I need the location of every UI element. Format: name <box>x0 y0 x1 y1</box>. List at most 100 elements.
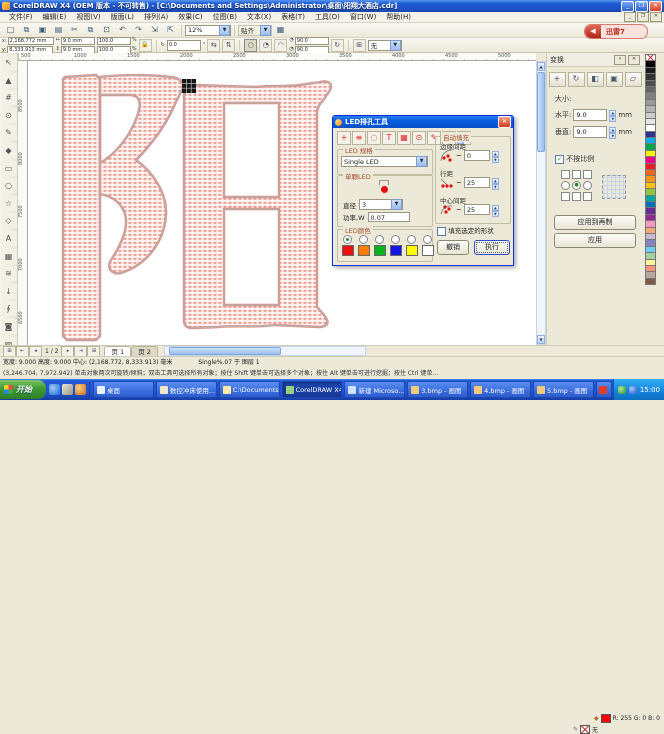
table-tool-icon[interactable]: ▦ <box>1 249 17 264</box>
zoom-level-combo[interactable]: 12% ▼ <box>185 25 231 36</box>
center-spacing-spinner[interactable]: ▲▼ <box>492 205 499 215</box>
last-page-icon[interactable]: ⇥ <box>74 346 87 357</box>
horizontal-size-field[interactable]: 9.0 <box>573 109 607 121</box>
undo-button[interactable]: 撤销 <box>437 240 469 255</box>
anchor-grid[interactable]: ● <box>561 170 594 203</box>
text-tool-icon[interactable]: A <box>1 231 17 246</box>
vertical-spinner[interactable]: ▲▼ <box>609 127 616 137</box>
chevron-down-icon[interactable]: ▼ <box>219 25 230 36</box>
task-desktop[interactable]: 桌面 <box>93 381 154 398</box>
menu-edit[interactable]: 编辑(E) <box>38 12 72 23</box>
transform-scale-mirror-icon[interactable]: ◧ <box>587 72 604 87</box>
paste-icon[interactable]: ⊡ <box>99 23 114 37</box>
freehand-tool-icon[interactable]: ✎ <box>1 125 17 140</box>
polygon-tool-icon[interactable]: ☆ <box>1 196 17 211</box>
hole-line-tool-icon[interactable]: + <box>337 131 351 145</box>
shape-tool-icon[interactable]: ▲ <box>1 73 17 88</box>
rotation-angle-field[interactable]: 0.0 <box>167 40 201 51</box>
task-explorer[interactable]: C:\Documents... <box>219 381 280 398</box>
menu-table[interactable]: 表格(T) <box>276 12 310 23</box>
dlg-zoom-tool-icon[interactable]: ⊙ <box>412 131 426 145</box>
basic-shapes-tool-icon[interactable]: ◇ <box>1 213 17 228</box>
chevron-down-icon[interactable]: ▼ <box>391 199 402 210</box>
crop-tool-icon[interactable]: # <box>1 90 17 105</box>
dialog-close-icon[interactable]: ✕ <box>498 116 511 128</box>
thunder-button[interactable]: ◀ 迅雷7 <box>584 24 648 39</box>
led-color-radio[interactable] <box>423 235 432 244</box>
add-page-after-icon[interactable]: ⊞ <box>87 346 100 357</box>
tab-page-1[interactable]: 页 1 <box>104 346 131 357</box>
hole-grid-tool-icon[interactable]: ▦ <box>397 131 411 145</box>
cut-icon[interactable]: ✂ <box>67 23 82 37</box>
vertical-size-field[interactable]: 9.0 <box>573 126 607 138</box>
import-icon[interactable]: ⇲ <box>147 23 162 37</box>
chevron-down-icon[interactable]: ▼ <box>390 40 401 51</box>
docker-close-icon[interactable]: ✕ <box>628 55 640 65</box>
row-spacing-spinner[interactable]: ▲▼ <box>492 178 499 188</box>
convert-to-curves-icon[interactable]: ⊞ <box>353 39 366 52</box>
open-icon[interactable]: ⧉ <box>19 23 34 37</box>
row-spacing-field[interactable]: 25 <box>464 177 490 188</box>
undo-icon[interactable]: ↶ <box>115 23 130 37</box>
led-color-swatch[interactable] <box>390 245 402 256</box>
power-field[interactable]: 0.07 <box>368 212 410 222</box>
chevron-down-icon[interactable]: ▼ <box>416 156 427 167</box>
ellipse-tool-icon[interactable]: ○ <box>1 178 17 193</box>
outline-width-combo[interactable]: 无 ▼ <box>368 40 402 51</box>
task-word[interactable]: 新建 Microso... <box>344 381 405 398</box>
task-paint-5[interactable]: 5.bmp - 画图 <box>533 381 594 398</box>
diameter-combo[interactable]: 3 ▼ <box>359 199 403 210</box>
glyph-right-part[interactable] <box>184 81 331 328</box>
arc-direction-icon[interactable]: ↻ <box>331 39 344 52</box>
quicklaunch-show-desktop-icon[interactable] <box>62 384 73 395</box>
doc-restore-button[interactable]: ❐ <box>637 12 649 22</box>
edge-spacing-field[interactable]: 0 <box>464 150 490 161</box>
minimize-button[interactable]: _ <box>621 1 634 12</box>
copy-icon[interactable]: ⧉ <box>83 23 98 37</box>
transform-size-icon[interactable]: ▣ <box>606 72 623 87</box>
outline-tool-icon[interactable]: ∮ <box>1 301 17 316</box>
led-color-swatch[interactable] <box>358 245 370 256</box>
mirror-vertical-icon[interactable]: ⇅ <box>222 39 235 52</box>
led-color-swatch[interactable] <box>342 245 354 256</box>
menu-view[interactable]: 视图(V) <box>71 12 105 23</box>
options-icon[interactable]: ▦ <box>273 23 288 37</box>
lock-ratio-icon[interactable]: 🔒 <box>139 39 152 52</box>
new-icon[interactable]: □ <box>3 23 18 37</box>
chevron-down-icon[interactable]: ▼ <box>260 25 271 36</box>
hole-text-tool-icon[interactable]: T <box>382 131 396 145</box>
snap-menu[interactable]: 贴齐 ▼ <box>238 25 272 36</box>
tray-icon-2[interactable] <box>629 386 637 394</box>
blend-tool-icon[interactable]: ≋ <box>1 266 17 281</box>
apply-to-duplicate-button[interactable]: 应用到再制 <box>554 215 636 230</box>
hole-rows-tool-icon[interactable]: ≡ <box>352 131 366 145</box>
pie-mode-icon[interactable]: ◔ <box>259 39 272 52</box>
fill-selected-checkbox[interactable] <box>437 227 446 236</box>
pick-tool-icon[interactable]: ↖ <box>1 55 17 70</box>
quicklaunch-ie-icon[interactable] <box>49 384 60 395</box>
fill-tool-icon[interactable]: ◙ <box>1 319 17 334</box>
zoom-tool-icon[interactable]: ⊙ <box>1 108 17 123</box>
canvas-horizontal-scrollbar[interactable] <box>164 346 366 356</box>
led-color-radio[interactable] <box>359 235 368 244</box>
scale-x-field[interactable]: 100.0 <box>97 37 131 45</box>
task-thunder[interactable] <box>596 381 612 398</box>
start-angle-field[interactable]: 90.0 <box>295 37 329 45</box>
apply-button[interactable]: 应用 <box>554 233 636 248</box>
docker-expand-icon[interactable]: » <box>614 55 626 65</box>
prev-page-icon[interactable]: ◂ <box>29 346 42 357</box>
vertical-scroll-thumb[interactable] <box>537 72 545 152</box>
menu-arrange[interactable]: 排列(A) <box>139 12 173 23</box>
object-x-field[interactable]: 2,168.772 mm <box>8 37 54 45</box>
eyedropper-tool-icon[interactable]: ↓ <box>1 284 17 299</box>
tray-icon-1[interactable] <box>618 386 626 394</box>
led-color-swatch[interactable] <box>374 245 386 256</box>
first-page-icon[interactable]: ⇤ <box>16 346 29 357</box>
canvas-vertical-scrollbar[interactable]: ▲ ▼ <box>536 61 546 345</box>
doc-close-button[interactable]: ✕ <box>650 12 662 22</box>
doc-minimize-button[interactable]: _ <box>624 12 636 22</box>
task-coreldraw[interactable]: CorelDRAW X4... <box>282 381 343 398</box>
object-width-field[interactable]: 9.0 mm <box>61 37 95 45</box>
rectangle-tool-icon[interactable]: ▭ <box>1 161 17 176</box>
menu-help[interactable]: 帮助(H) <box>381 12 416 23</box>
